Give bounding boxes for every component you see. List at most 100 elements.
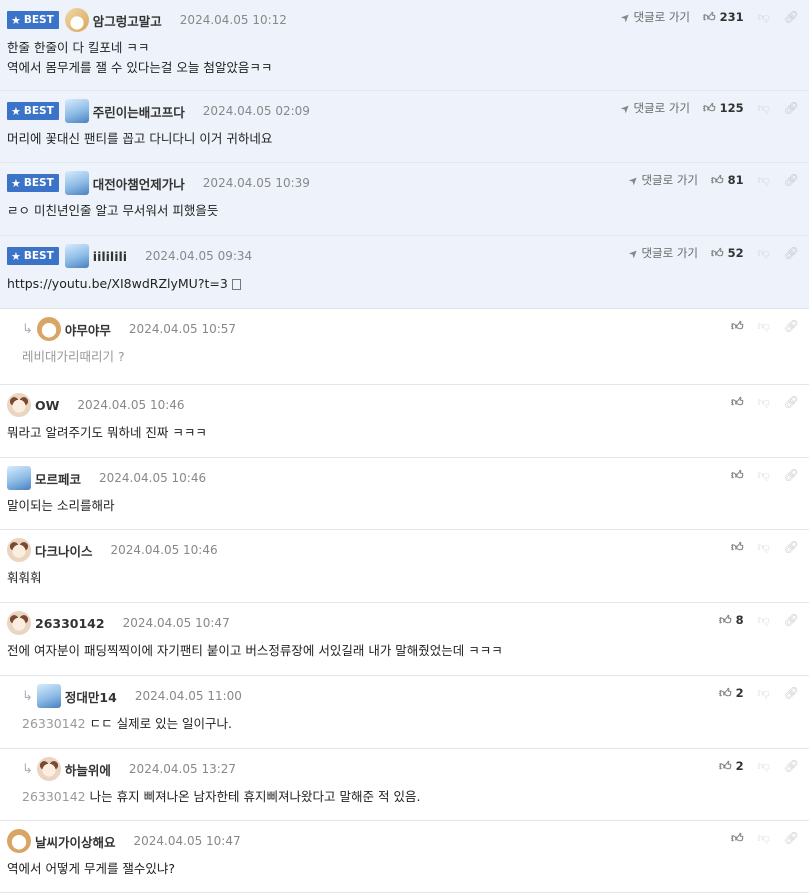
- goto-comment-button[interactable]: ➤ 댓글로 가기: [618, 9, 690, 25]
- comment: 다크나이스 2024.04.05 10:46 훠훠훠 👍︎ 👎︎ 🔗︎: [0, 530, 809, 603]
- avatar[interactable]: [36, 684, 61, 708]
- link-icon[interactable]: 🔗︎: [784, 10, 799, 24]
- goto-comment-button[interactable]: ➤ 댓글로 가기: [625, 245, 699, 261]
- comment-header: ★ BEST 암그렁고말고 2024.04.05 10:12: [7, 8, 287, 32]
- dislike-button[interactable]: 👎︎: [758, 831, 770, 846]
- timestamp: 2024.04.05 10:47: [133, 834, 241, 848]
- comment-text: 역에서 어떻게 무게를 잴수있냐?: [7, 861, 176, 876]
- dislike-button[interactable]: 👎︎: [758, 173, 770, 188]
- comment: 날씨가이상해요 2024.04.05 10:47 역에서 어떻게 무게를 잴수있냐?…: [0, 821, 809, 893]
- avatar[interactable]: [7, 611, 31, 635]
- avatar[interactable]: [7, 829, 31, 853]
- like-button[interactable]: 👍︎ 125: [703, 101, 744, 116]
- nickname[interactable]: 다크나이스: [35, 541, 93, 560]
- star-icon: ★: [11, 249, 21, 263]
- like-button[interactable]: 👍︎: [731, 831, 744, 846]
- like-button[interactable]: 👍︎: [731, 319, 744, 334]
- goto-comment-button[interactable]: ➤ 댓글로 가기: [625, 172, 698, 188]
- dislike-button[interactable]: 👎︎: [758, 319, 770, 334]
- nickname[interactable]: 암그렁고말고: [93, 11, 162, 30]
- avatar[interactable]: [36, 317, 61, 341]
- link-icon[interactable]: 🔗︎: [784, 246, 799, 260]
- nickname[interactable]: iililili: [93, 249, 127, 264]
- like-button[interactable]: 👍︎: [731, 395, 744, 410]
- nickname[interactable]: OW: [35, 398, 59, 413]
- comment-actions: 👍︎ 8 👎︎ 🔗︎: [719, 611, 799, 629]
- comment-actions: 👍︎ 2 👎︎ 🔗︎: [719, 684, 799, 702]
- link-icon[interactable]: 🔗︎: [784, 319, 799, 333]
- send-icon: ➤: [625, 172, 642, 188]
- dislike-button[interactable]: 👎︎: [758, 395, 770, 410]
- external-link-icon[interactable]: [231, 279, 241, 290]
- dislike-button[interactable]: 👎︎: [758, 540, 770, 555]
- link-icon[interactable]: 🔗︎: [784, 831, 799, 845]
- mention-tag[interactable]: 26330142: [22, 789, 86, 804]
- dislike-button[interactable]: 👎︎: [758, 246, 770, 261]
- mention-tag[interactable]: 26330142: [22, 716, 86, 731]
- avatar[interactable]: [7, 466, 31, 490]
- best-label: BEST: [23, 250, 54, 262]
- avatar[interactable]: [7, 393, 31, 417]
- comment-body: 역에서 어떻게 무게를 잴수있냐?: [7, 859, 175, 879]
- comment-text: 전에 여자분이 패딩찍찍이에 자기팬티 붙이고 버스정류장에 서있길래 내가 말…: [7, 643, 503, 658]
- comment-header: 날씨가이상해요 2024.04.05 10:47: [7, 829, 241, 853]
- link-icon[interactable]: 🔗︎: [784, 101, 799, 115]
- best-badge: ★ BEST: [7, 102, 59, 120]
- nickname[interactable]: 야무야무: [65, 320, 111, 339]
- comment-text: 한줄 한줄이 다 킬포네 ㅋㅋ: [7, 40, 150, 55]
- avatar[interactable]: [64, 244, 89, 268]
- link-icon[interactable]: 🔗︎: [784, 395, 799, 409]
- like-button[interactable]: 👍︎ 52: [711, 246, 744, 261]
- nickname[interactable]: 하늘위에: [65, 760, 111, 779]
- goto-label: 댓글로 가기: [641, 246, 699, 260]
- like-button[interactable]: 👍︎: [731, 540, 744, 555]
- dislike-button[interactable]: 👎︎: [758, 613, 770, 628]
- like-button[interactable]: 👍︎: [731, 468, 744, 483]
- link-icon[interactable]: 🔗︎: [784, 613, 799, 627]
- like-count: 52: [727, 246, 744, 260]
- nickname[interactable]: 주린이는배고프다: [93, 102, 185, 121]
- dislike-button[interactable]: 👎︎: [758, 468, 770, 483]
- comment-header: ★ BEST 대전아챔언제가나 2024.04.05 10:39: [7, 171, 310, 195]
- dislike-button[interactable]: 👎︎: [758, 686, 770, 701]
- dislike-button[interactable]: 👎︎: [758, 10, 770, 25]
- comment-link[interactable]: https://youtu.be/XI8wdRZlyMU?t=3: [7, 276, 228, 291]
- link-icon[interactable]: 🔗︎: [784, 686, 799, 700]
- like-button[interactable]: 👍︎ 8: [719, 613, 744, 628]
- like-button[interactable]: 👍︎ 81: [711, 173, 744, 188]
- dislike-button[interactable]: 👎︎: [758, 759, 770, 774]
- comment-line: 26330142 ㄷㄷ 실제로 있는 일이구나.: [22, 714, 232, 734]
- comment-header: OW 2024.04.05 10:46: [7, 393, 185, 417]
- comment-line: 훠훠훠: [7, 568, 42, 588]
- send-icon: ➤: [625, 245, 642, 261]
- comment-header: ↳ 하늘위에 2024.04.05 13:27: [22, 757, 236, 781]
- link-icon[interactable]: 🔗︎: [784, 173, 799, 187]
- avatar[interactable]: [36, 757, 61, 781]
- avatar[interactable]: [64, 99, 89, 123]
- link-icon[interactable]: 🔗︎: [784, 759, 799, 773]
- comment-body: 26330142 나는 휴지 삐져나온 남자한테 휴지삐져나왔다고 말해준 적 있…: [22, 787, 420, 807]
- avatar[interactable]: [64, 171, 89, 195]
- like-count: 81: [727, 173, 744, 187]
- avatar[interactable]: [64, 8, 89, 32]
- like-button[interactable]: 👍︎ 2: [719, 759, 744, 774]
- goto-comment-button[interactable]: ➤ 댓글로 가기: [618, 100, 690, 116]
- thumbs-up-icon: 👍︎: [731, 394, 744, 409]
- nickname[interactable]: 정대만14: [65, 687, 117, 706]
- like-button[interactable]: 👍︎ 231: [703, 10, 744, 25]
- nickname[interactable]: 모르페코: [35, 469, 81, 488]
- link-icon[interactable]: 🔗︎: [784, 468, 799, 482]
- link-icon[interactable]: 🔗︎: [784, 540, 799, 554]
- nickname[interactable]: 날씨가이상해요: [35, 832, 116, 851]
- best-comment: ★ BEST 대전아챔언제가나 2024.04.05 10:39 ㄹㅇ 미친년인줄 알고…: [0, 163, 809, 236]
- comment-actions: 👍︎ 👎︎ 🔗︎: [731, 829, 799, 847]
- reply-comment: ↳ 하늘위에 2024.04.05 13:27 26330142 나는 휴지 삐져나온 …: [0, 749, 809, 821]
- dislike-button[interactable]: 👎︎: [758, 101, 770, 116]
- avatar[interactable]: [7, 538, 31, 562]
- nickname[interactable]: 26330142: [35, 616, 105, 631]
- nickname[interactable]: 대전아챔언제가나: [93, 174, 185, 193]
- like-button[interactable]: 👍︎ 2: [719, 686, 744, 701]
- comment-line: 한줄 한줄이 다 킬포네 ㅋㅋ: [7, 38, 272, 58]
- reply-comment: ↳ 야무야무 2024.04.05 10:57 레비대가리때리기 ? 👍︎ 👎︎ 🔗︎: [0, 309, 809, 385]
- timestamp: 2024.04.05 11:00: [134, 689, 242, 703]
